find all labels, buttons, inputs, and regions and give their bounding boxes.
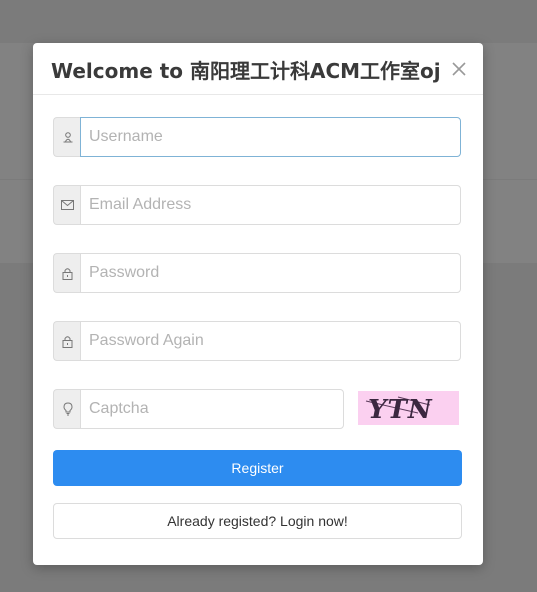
modal-header: Welcome to 南阳理工计科ACM工作室oj [33, 43, 483, 95]
register-button[interactable]: Register [53, 450, 462, 486]
email-input[interactable] [80, 185, 461, 225]
envelope-icon [53, 185, 81, 225]
password-again-input[interactable] [80, 321, 461, 361]
captcha-field-group [53, 389, 344, 429]
login-now-button[interactable]: Already registed? Login now! [53, 503, 462, 539]
password-input[interactable] [80, 253, 461, 293]
username-input[interactable] [80, 117, 461, 157]
captcha-text: YTN [368, 395, 433, 425]
captcha-image[interactable]: YTN [358, 391, 459, 425]
modal-title: Welcome to 南阳理工计科ACM工作室oj [51, 59, 441, 83]
username-field-group [53, 117, 462, 157]
user-icon [53, 117, 81, 157]
password-again-field-group [53, 321, 462, 361]
email-field-group [53, 185, 462, 225]
lightbulb-icon [53, 389, 81, 429]
password-field-group [53, 253, 462, 293]
lock-icon [53, 321, 81, 361]
close-icon[interactable] [449, 59, 469, 79]
register-modal: Welcome to 南阳理工计科ACM工作室oj Username Email… [33, 43, 483, 565]
captcha-input[interactable] [80, 389, 344, 429]
lock-icon [53, 253, 81, 293]
